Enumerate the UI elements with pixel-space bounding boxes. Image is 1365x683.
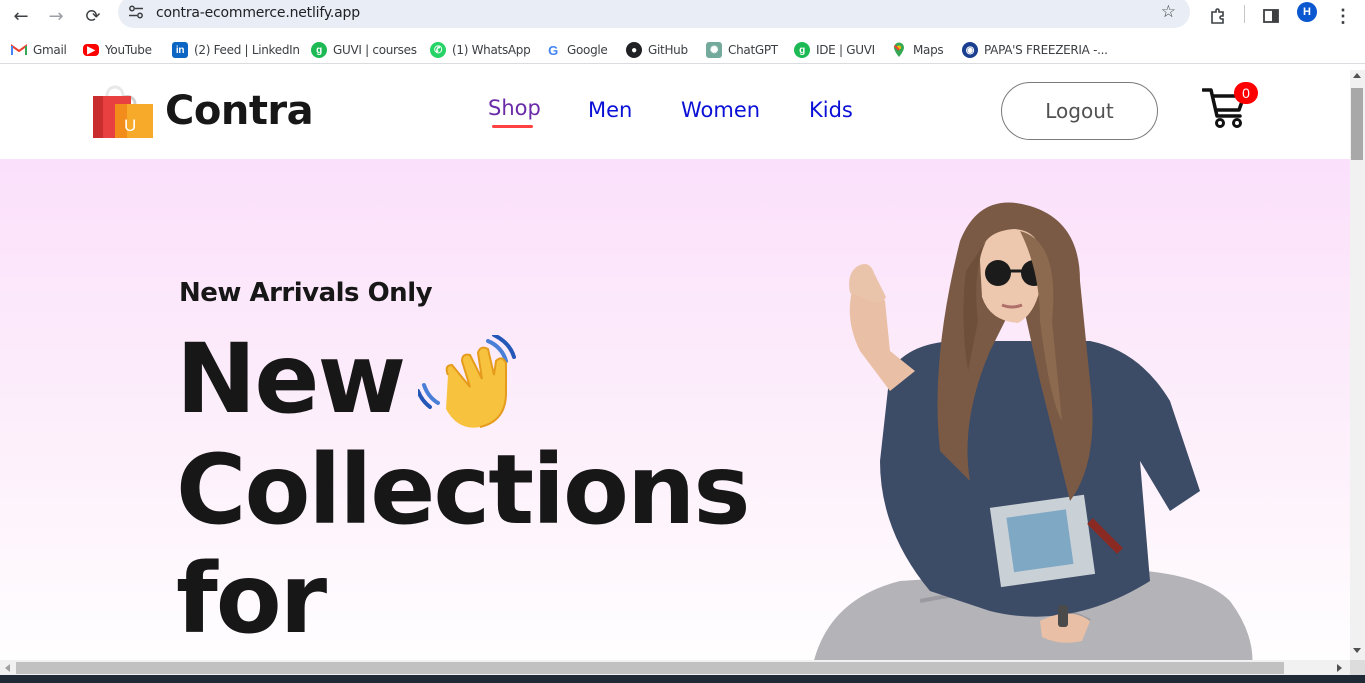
scroll-right-arrow-icon[interactable] — [1337, 664, 1342, 672]
bookmark-label: Gmail — [33, 43, 67, 57]
brand-name[interactable]: Contra — [165, 88, 314, 134]
github-icon: ● — [626, 42, 642, 58]
scrollbar-corner — [1350, 660, 1365, 675]
bookmark-ide-guvi[interactable]: g IDE | GUVI — [794, 40, 875, 60]
bookmark-label: GitHub — [648, 43, 688, 57]
scroll-down-arrow-icon[interactable] — [1353, 648, 1361, 653]
linkedin-icon: in — [172, 42, 188, 58]
bookmark-guvi-courses[interactable]: g GUVI | courses — [311, 40, 417, 60]
vertical-scrollbar-thumb[interactable] — [1351, 88, 1363, 160]
logout-button[interactable]: Logout — [1001, 82, 1158, 140]
hero-headline-line-2: Collections — [176, 434, 750, 546]
bookmark-gmail[interactable]: Gmail — [11, 40, 67, 60]
extensions-icon[interactable] — [1205, 3, 1231, 29]
guvi-icon: g — [311, 42, 327, 58]
gmail-icon — [11, 42, 27, 58]
reload-icon[interactable]: ⟳ — [80, 3, 106, 29]
cart-count-badge: 0 — [1234, 82, 1258, 104]
back-arrow-icon[interactable]: ← — [8, 3, 34, 29]
nav-men-link[interactable]: Men — [588, 98, 632, 122]
toolbar-divider — [1244, 5, 1245, 23]
os-taskbar — [0, 675, 1365, 683]
address-bar[interactable]: contra-ecommerce.netlify.app ☆ — [118, 0, 1190, 28]
url-text[interactable]: contra-ecommerce.netlify.app — [156, 5, 360, 21]
bookmark-label: ChatGPT — [728, 43, 778, 57]
bookmark-label: (1) WhatsApp — [452, 43, 531, 57]
page-viewport: U Contra Shop Men Women Kids Logout 0 Ne… — [0, 70, 1350, 660]
more-menu-icon[interactable]: ⋮ — [1330, 3, 1356, 29]
site-header: U Contra Shop Men Women Kids Logout 0 — [0, 70, 1350, 159]
whatsapp-icon: ✆ — [430, 42, 446, 58]
nav-shop-link[interactable]: Shop — [488, 96, 541, 120]
waving-hand-icon — [418, 335, 516, 428]
google-icon: G — [548, 42, 558, 58]
bookmark-label: Maps — [913, 43, 944, 57]
svg-text:U: U — [124, 116, 136, 135]
active-nav-underline — [492, 125, 533, 128]
bookmark-label: PAPA'S FREEZERIA -... — [984, 43, 1108, 57]
bookmark-label: (2) Feed | LinkedIn — [194, 43, 300, 57]
bookmark-github[interactable]: ● GitHub — [626, 40, 688, 60]
bookmark-youtube[interactable]: ▶ YouTube — [83, 40, 152, 60]
bookmark-papas-freezeria[interactable]: ◉ PAPA'S FREEZERIA -... — [962, 40, 1108, 60]
profile-avatar[interactable]: H — [1297, 2, 1317, 22]
forward-arrow-icon[interactable]: → — [43, 3, 69, 29]
nav-women-link[interactable]: Women — [681, 98, 760, 122]
bookmark-label: YouTube — [105, 43, 152, 57]
maps-icon — [891, 42, 907, 58]
scroll-left-arrow-icon[interactable] — [5, 664, 10, 672]
scroll-up-arrow-icon[interactable] — [1353, 73, 1361, 78]
nav-kids-link[interactable]: Kids — [809, 98, 853, 122]
bookmark-label: IDE | GUVI — [816, 43, 875, 57]
hero-headline-line-3: for — [176, 543, 327, 655]
shopping-bag-logo-icon[interactable]: U — [93, 82, 153, 138]
bookmark-chatgpt[interactable]: ✺ ChatGPT — [706, 40, 778, 60]
hero-kicker: New Arrivals Only — [179, 278, 433, 308]
guvi-icon: g — [794, 42, 810, 58]
bookmark-linkedin[interactable]: in (2) Feed | LinkedIn — [172, 40, 300, 60]
youtube-icon: ▶ — [83, 44, 99, 56]
bookmark-maps[interactable]: Maps — [891, 40, 944, 60]
bookmark-label: GUVI | courses — [333, 43, 417, 57]
chatgpt-icon: ✺ — [706, 42, 722, 58]
horizontal-scrollbar-thumb[interactable] — [16, 662, 1284, 674]
browser-toolbar: ← → ⟳ contra-ecommerce.netlify.app ☆ H ⋮ — [0, 0, 1365, 33]
hero-model-image — [814, 202, 1253, 660]
hero-section: New Arrivals Only New Collections for — [0, 159, 1350, 660]
site-settings-icon[interactable] — [128, 5, 144, 19]
bookmark-label: Google — [567, 43, 608, 57]
hero-headline-line-1: New — [176, 323, 406, 435]
side-panel-icon[interactable] — [1258, 3, 1284, 29]
bookmark-star-icon[interactable]: ☆ — [1161, 2, 1176, 22]
papas-icon: ◉ — [962, 42, 978, 58]
bookmark-google[interactable]: G Google — [545, 40, 608, 60]
bookmark-whatsapp[interactable]: ✆ (1) WhatsApp — [430, 40, 531, 60]
bookmarks-bar: Gmail ▶ YouTube in (2) Feed | LinkedIn g… — [0, 36, 1365, 64]
